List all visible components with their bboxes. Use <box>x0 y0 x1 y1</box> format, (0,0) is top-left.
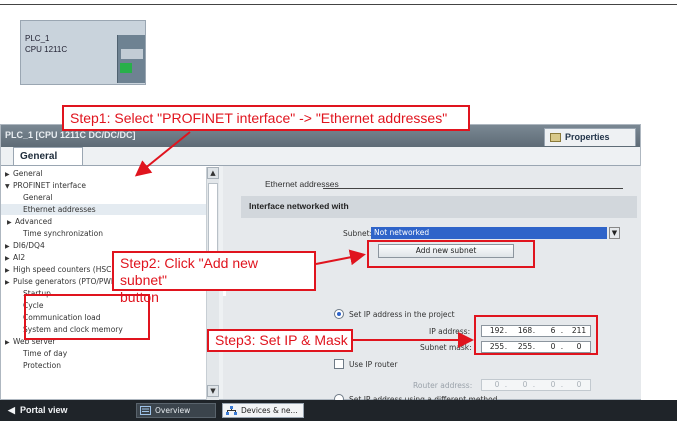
tree-item-label: General <box>13 169 43 178</box>
properties-icon <box>550 133 561 142</box>
scroll-up-button[interactable]: ▲ <box>207 167 219 179</box>
devices-label: Devices & ne... <box>241 406 298 415</box>
tree-item-label: DI6/DQ4 <box>13 241 45 250</box>
router-address-input[interactable]: 0.0.0.0 <box>481 379 591 391</box>
device-model: CPU 1211C <box>25 45 68 54</box>
portal-taskbar: ◀ Portal view Overview Devices & ne... <box>0 400 677 421</box>
tree-item[interactable]: ▶ Advanced <box>1 216 206 227</box>
subnet-mask-label: Subnet mask: <box>420 343 472 352</box>
octet-separator: . <box>504 380 508 389</box>
tree-item-label: High speed counters (HSC) <box>13 265 115 274</box>
radio-selected-dot <box>337 312 341 316</box>
overview-label: Overview <box>155 406 191 415</box>
step3-text: Step3: Set IP & Mask <box>215 332 348 348</box>
step1-callout: Step1: Select "PROFINET interface" -> "E… <box>62 105 470 131</box>
tree-arrow-icon[interactable]: ▶ <box>5 253 13 264</box>
subnet-label: Subnet: <box>343 229 373 238</box>
tree-item-label: Time of day <box>23 349 68 358</box>
use-ip-router-checkbox[interactable] <box>334 359 344 369</box>
tree-item[interactable]: Protection <box>1 360 206 371</box>
router-address-label: Router address: <box>413 381 473 390</box>
set-ip-in-project-radio[interactable] <box>334 309 344 319</box>
device-label: PLC_1 CPU 1211C <box>25 33 67 55</box>
overview-icon <box>140 406 151 415</box>
portal-view-label: Portal view <box>19 405 68 415</box>
tree-item[interactable]: Time synchronization <box>1 228 206 239</box>
tree-item-label: PROFINET interface <box>13 181 86 190</box>
overview-button[interactable]: Overview <box>136 403 216 418</box>
tree-arrow-icon[interactable]: ▶ <box>5 277 13 288</box>
scroll-down-button[interactable]: ▼ <box>207 385 219 397</box>
chevron-down-icon[interactable]: ▼ <box>609 227 620 239</box>
tree-item[interactable]: ▼ PROFINET interface <box>1 180 206 191</box>
plc-device-block[interactable]: PLC_1 CPU 1211C <box>20 20 146 85</box>
tree-item-label: Protection <box>23 361 61 370</box>
octet-separator: . <box>532 380 536 389</box>
network-icon <box>226 406 237 415</box>
highlight-add-subnet-box <box>367 240 535 268</box>
octet-value: 0 <box>576 380 582 389</box>
set-ip-label: Set IP address in the project <box>349 310 455 319</box>
step3-callout: Step3: Set IP & Mask <box>207 329 353 352</box>
properties-window: PLC_1 [CPU 1211C DC/DC/DC] Properties Ge… <box>0 124 641 404</box>
tree-arrow-icon[interactable]: ▶ <box>5 241 13 252</box>
tab-general-label: General <box>20 151 58 162</box>
cpu-module <box>117 35 145 83</box>
section-rule <box>323 188 623 189</box>
use-router-label: Use IP router <box>349 360 398 369</box>
tree-item-label: Pulse generators (PTO/PWM) <box>13 277 121 286</box>
tree-item-label: General <box>23 193 53 202</box>
highlight-ip-mask-box <box>474 315 598 355</box>
tree-item-label: AI2 <box>13 253 26 262</box>
tree-item[interactable]: General <box>1 192 206 203</box>
tree-arrow-icon[interactable]: ▶ <box>5 337 13 348</box>
subnet-select[interactable]: Not networked <box>371 227 607 239</box>
tree-item-label: Ethernet addresses <box>23 205 96 214</box>
tab-general[interactable]: General <box>13 147 83 165</box>
tree-arrow-icon[interactable]: ▶ <box>5 169 13 180</box>
step2-text-line2: button <box>120 289 159 305</box>
status-led <box>120 63 132 73</box>
tree-arrow-icon[interactable]: ▶ <box>7 217 15 228</box>
tree-arrow-icon[interactable]: ▼ <box>5 181 13 192</box>
tree-item[interactable]: ▶ DI6/DQ4 <box>1 240 206 251</box>
octet-separator: . <box>560 380 564 389</box>
ip-address-label: IP address: <box>429 327 471 336</box>
window-title: PLC_1 [CPU 1211C DC/DC/DC] <box>5 130 136 140</box>
device-name: PLC_1 <box>25 34 50 43</box>
devices-networks-button[interactable]: Devices & ne... <box>222 403 304 418</box>
tree-arrow-icon[interactable]: ▶ <box>5 265 13 276</box>
tree-item[interactable]: ▶ General <box>1 168 206 179</box>
top-divider <box>0 4 677 5</box>
tree-item[interactable]: Time of day <box>1 348 206 359</box>
properties-tab-label: Properties <box>565 132 610 142</box>
tree-item-label: Time synchronization <box>23 229 103 238</box>
step1-text: Step1: Select "PROFINET interface" -> "E… <box>70 110 448 126</box>
properties-tab[interactable]: Properties <box>544 128 636 146</box>
step2-text-line1: Step2: Click "Add new subnet" <box>120 255 259 288</box>
portal-view-button[interactable]: ◀ Portal view <box>8 405 67 416</box>
tree-item-label: Advanced <box>15 217 53 226</box>
step2-callout: Step2: Click "Add new subnet" button <box>112 251 316 305</box>
tree-item[interactable]: Ethernet addresses <box>1 204 206 215</box>
interface-title: Interface networked with <box>249 201 349 211</box>
